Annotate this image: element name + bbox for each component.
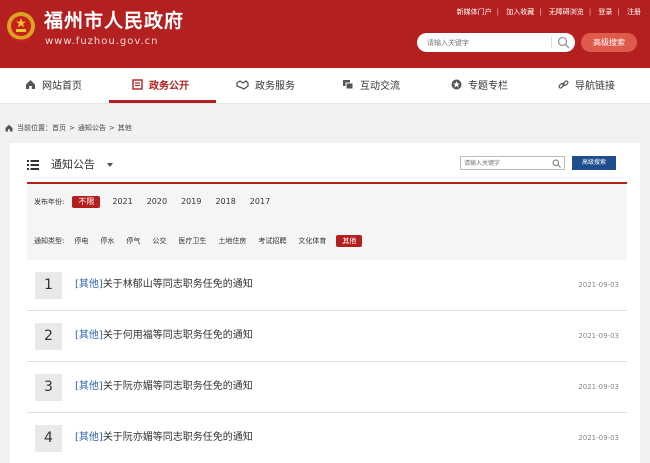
breadcrumb: 当前位置： 首页 > 通知公告 > 其他 bbox=[5, 123, 132, 133]
top-link-favorite[interactable]: 加入收藏 bbox=[506, 8, 534, 16]
breadcrumb-home[interactable]: 首页 bbox=[52, 123, 66, 133]
item-title[interactable]: 关于林郁山等同志职务任免的通知 bbox=[103, 279, 253, 290]
year-option-all[interactable]: 不限 bbox=[72, 196, 101, 208]
type-option-culture-sports[interactable]: 文化体育 bbox=[296, 235, 328, 247]
year-filter: 发布年份: 不限 2021 2020 2019 2018 2017 bbox=[34, 196, 282, 208]
star-icon bbox=[451, 79, 462, 90]
nav-item-interaction[interactable]: 互动交流 bbox=[342, 68, 400, 101]
top-link-register[interactable]: 注册 bbox=[627, 8, 641, 16]
panel-header: 通知公告 高级搜索 bbox=[27, 152, 627, 184]
site-domain: www.fuzhou.gov.cn bbox=[45, 36, 159, 47]
item-title[interactable]: 关于何用福等同志职务任免的通知 bbox=[103, 330, 253, 341]
top-links: 新媒体门户 | 加入收藏 | 无障碍浏览 | 登录 | 注册 bbox=[456, 8, 641, 16]
content-panel: 通知公告 高级搜索 发布年份: 不限 2021 2020 2019 2018 2… bbox=[10, 143, 640, 463]
breadcrumb-prefix: 当前位置： bbox=[17, 124, 52, 132]
nav-item-gov-affairs[interactable]: 政务公开 bbox=[132, 68, 189, 101]
year-option-2017[interactable]: 2017 bbox=[248, 196, 272, 208]
year-option-2021[interactable]: 2021 bbox=[110, 196, 134, 208]
notice-list: 1 [其他]关于林郁山等同志职务任免的通知 2021-09-03 2 [其他]关… bbox=[27, 260, 627, 463]
type-option-bus[interactable]: 公交 bbox=[150, 235, 168, 247]
nav-active-indicator bbox=[109, 100, 216, 103]
breadcrumb-separator: > bbox=[69, 124, 75, 132]
item-title-link[interactable]: [其他]关于何用福等同志职务任免的通知 bbox=[75, 329, 253, 343]
breadcrumb-notices[interactable]: 通知公告 bbox=[78, 123, 106, 133]
chat-icon bbox=[343, 80, 354, 90]
item-title-link[interactable]: [其他]关于林郁山等同志职务任免的通知 bbox=[75, 278, 253, 292]
panel-advanced-search-button[interactable]: 高级搜索 bbox=[572, 156, 616, 170]
search-icon[interactable] bbox=[552, 159, 561, 168]
nav-item-topics[interactable]: 专题专栏 bbox=[451, 68, 508, 101]
list-item: 2 [其他]关于何用福等同志职务任免的通知 2021-09-03 bbox=[27, 311, 627, 362]
type-option-land-housing[interactable]: 土地住房 bbox=[216, 235, 248, 247]
main-nav: 网站首页 政务公开 政务服务 互动交流 专题专栏 导航链接 bbox=[0, 68, 650, 104]
item-title-link[interactable]: [其他]关于阮亦媚等同志职务任免的通知 bbox=[75, 431, 253, 445]
type-option-water-outage[interactable]: 停水 bbox=[98, 235, 116, 247]
list-item: 1 [其他]关于林郁山等同志职务任免的通知 2021-09-03 bbox=[27, 260, 627, 311]
nav-label-links: 导航链接 bbox=[575, 81, 615, 92]
year-option-2020[interactable]: 2020 bbox=[145, 196, 169, 208]
top-link-accessibility[interactable]: 无障碍浏览 bbox=[549, 8, 584, 16]
type-option-other[interactable]: 其他 bbox=[336, 235, 363, 247]
top-link-login[interactable]: 登录 bbox=[598, 8, 612, 16]
breadcrumb-current: 其他 bbox=[117, 124, 132, 132]
site-header: 福州市人民政府 www.fuzhou.gov.cn 新媒体门户 | 加入收藏 | 无… bbox=[0, 0, 650, 68]
item-number: 1 bbox=[35, 272, 62, 299]
item-tag[interactable]: [其他] bbox=[75, 279, 103, 290]
item-date: 2021-09-03 bbox=[578, 434, 619, 442]
year-option-2019[interactable]: 2019 bbox=[179, 196, 203, 208]
nav-label-topics: 专题专栏 bbox=[468, 81, 508, 92]
link-icon bbox=[558, 80, 569, 89]
item-date: 2021-09-03 bbox=[578, 332, 619, 340]
header-advanced-search-button[interactable]: 高级搜索 bbox=[581, 33, 637, 52]
filter-box: 发布年份: 不限 2021 2020 2019 2018 2017 通知类型: … bbox=[27, 184, 627, 260]
header-search-box bbox=[417, 33, 575, 52]
item-number: 2 bbox=[35, 323, 62, 350]
type-option-power-outage[interactable]: 停电 bbox=[72, 235, 90, 247]
item-title[interactable]: 关于阮亦媚等同志职务任免的通知 bbox=[103, 381, 253, 392]
item-number: 4 bbox=[35, 425, 62, 452]
item-number: 3 bbox=[35, 374, 62, 401]
nav-item-links[interactable]: 导航链接 bbox=[558, 68, 615, 101]
year-filter-label: 发布年份: bbox=[34, 198, 65, 206]
list-icon bbox=[27, 160, 39, 170]
nav-item-home[interactable]: 网站首页 bbox=[25, 68, 82, 101]
type-option-gas-outage[interactable]: 停气 bbox=[124, 235, 142, 247]
panel-search-box bbox=[460, 156, 565, 170]
item-title[interactable]: 关于阮亦媚等同志职务任免的通知 bbox=[103, 432, 253, 443]
nav-label-home: 网站首页 bbox=[42, 81, 82, 92]
search-divider bbox=[551, 37, 552, 48]
item-tag[interactable]: [其他] bbox=[75, 381, 103, 392]
year-option-2018[interactable]: 2018 bbox=[213, 196, 237, 208]
breadcrumb-separator: > bbox=[108, 124, 115, 132]
item-tag[interactable]: [其他] bbox=[75, 432, 103, 443]
search-icon[interactable] bbox=[557, 36, 570, 49]
national-emblem-icon bbox=[7, 12, 35, 43]
type-option-health[interactable]: 医疗卫生 bbox=[176, 235, 208, 247]
type-filter: 通知类型: 停电 停水 停气 公交 医疗卫生 土地住房 考试招聘 文化体育 其他 bbox=[34, 235, 370, 247]
item-date: 2021-09-03 bbox=[578, 383, 619, 391]
doc-icon bbox=[132, 79, 143, 90]
nav-item-gov-services[interactable]: 政务服务 bbox=[236, 68, 295, 101]
panel-search-input[interactable] bbox=[464, 157, 544, 169]
home-icon bbox=[5, 124, 13, 132]
handshake-icon bbox=[236, 80, 249, 90]
type-filter-label: 通知类型: bbox=[34, 237, 65, 245]
header-search-input[interactable] bbox=[427, 35, 547, 50]
nav-label-interaction: 互动交流 bbox=[360, 81, 400, 92]
top-link-new-media[interactable]: 新媒体门户 bbox=[457, 8, 492, 16]
site-title[interactable]: 福州市人民政府 bbox=[44, 9, 184, 33]
item-title-link[interactable]: [其他]关于阮亦媚等同志职务任免的通知 bbox=[75, 380, 253, 394]
home-icon bbox=[26, 80, 35, 89]
type-option-exam-recruit[interactable]: 考试招聘 bbox=[256, 235, 288, 247]
item-date: 2021-09-03 bbox=[578, 281, 619, 289]
list-item: 4 [其他]关于阮亦媚等同志职务任免的通知 2021-09-03 bbox=[27, 413, 627, 463]
chevron-down-icon[interactable] bbox=[107, 163, 113, 167]
nav-label-gov-services: 政务服务 bbox=[255, 81, 295, 92]
panel-title: 通知公告 bbox=[51, 158, 95, 171]
list-item: 3 [其他]关于阮亦媚等同志职务任免的通知 2021-09-03 bbox=[27, 362, 627, 413]
item-tag[interactable]: [其他] bbox=[75, 330, 103, 341]
nav-label-gov-affairs: 政务公开 bbox=[149, 81, 189, 92]
